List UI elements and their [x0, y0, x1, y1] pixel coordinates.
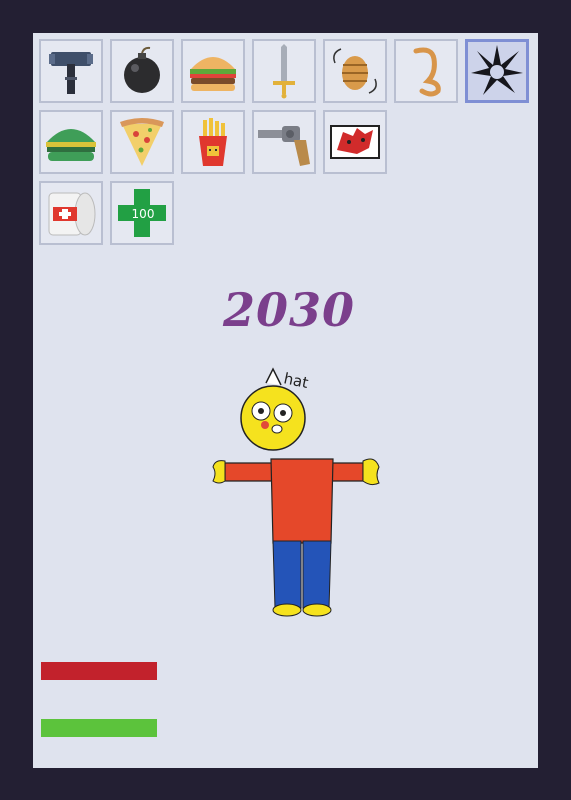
inventory-slot-fries[interactable] — [181, 110, 245, 174]
inventory-slot-hammer[interactable] — [39, 39, 103, 103]
revolver-icon — [258, 126, 310, 166]
sword-icon — [273, 44, 295, 99]
health-plus-label: 100 — [132, 207, 155, 221]
spike-trap-icon — [471, 45, 523, 95]
inventory-slot-revolver[interactable] — [252, 110, 316, 174]
health-plus-icon: 100 — [118, 189, 166, 237]
inventory-slot-red-creature[interactable] — [323, 110, 387, 174]
inventory-slot-health-plus[interactable]: 100 — [110, 181, 174, 245]
stamina-bar — [41, 719, 157, 737]
player-character: hat — [212, 367, 380, 617]
inventory-slot-spike-trap[interactable] — [465, 39, 529, 103]
bandage-roll-icon — [48, 192, 96, 236]
hook-icon — [413, 47, 441, 97]
fries-icon — [199, 118, 227, 166]
inventory-slot-bomb[interactable] — [110, 39, 174, 103]
inventory-slot-bandage[interactable] — [39, 181, 103, 245]
inventory-slot-sword[interactable] — [252, 39, 316, 103]
inventory-slot-burger[interactable] — [181, 39, 245, 103]
inventory-slot-hook[interactable] — [394, 39, 458, 103]
game-panel: 100 2030 hat — [33, 33, 538, 768]
pizza-slice-icon — [120, 118, 164, 166]
burger-icon — [190, 57, 236, 91]
inventory-slot-hive[interactable] — [323, 39, 387, 103]
score-counter: 2030 — [223, 283, 356, 337]
bomb-icon — [124, 46, 160, 93]
hive-icon — [333, 48, 377, 94]
inventory-slot-pizza[interactable] — [110, 110, 174, 174]
health-bar — [41, 662, 157, 680]
inventory-slot-green-burger[interactable] — [39, 110, 103, 174]
green-burger-icon — [46, 129, 96, 161]
hammer-icon — [49, 52, 93, 94]
red-creature-icon — [330, 125, 380, 159]
